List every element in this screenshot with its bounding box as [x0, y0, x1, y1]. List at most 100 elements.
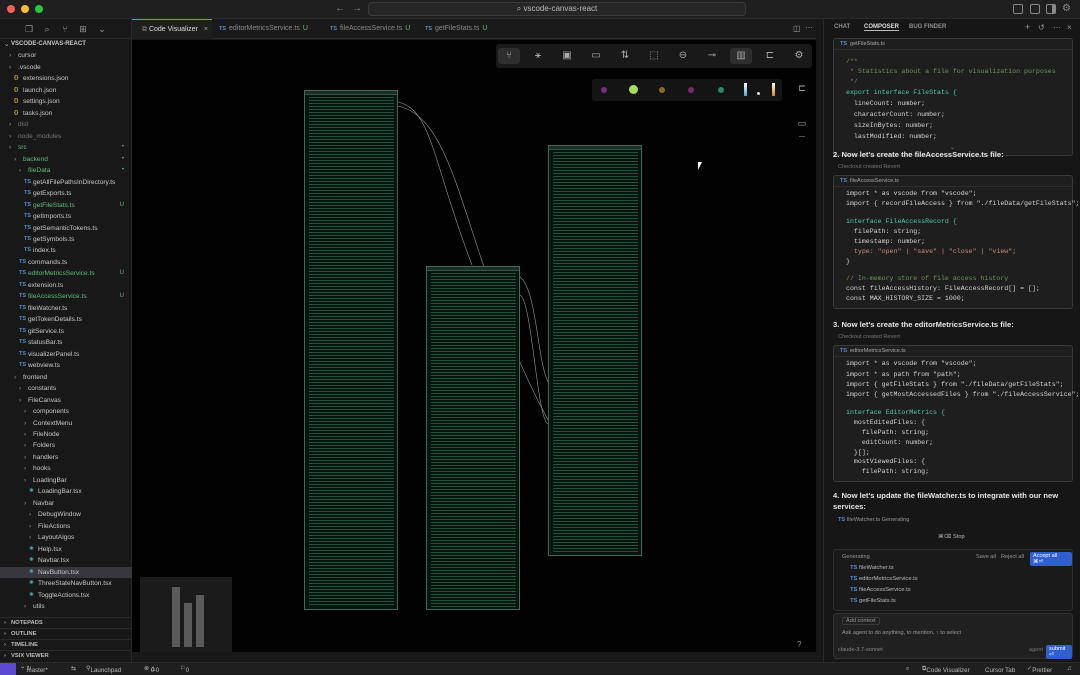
more-actions-icon[interactable]: ⋯ — [805, 23, 813, 32]
agent-mode-label[interactable]: agent — [1029, 647, 1043, 653]
tab-get-file-stats[interactable]: TS getFileStats.ts U — [425, 19, 487, 39]
tree-file[interactable]: {} launch.json — [0, 85, 132, 96]
tree-folder[interactable]: › src • — [0, 142, 132, 153]
generating-file-row[interactable]: TS fileAccessService.ts — [850, 587, 911, 593]
help-icon[interactable]: ? — [797, 640, 801, 649]
tree-folder[interactable]: › LoadingBar — [0, 475, 132, 486]
tree-file[interactable]: {} settings.json — [0, 96, 132, 107]
tab-code-visualizer[interactable]: ⧉ Code Visualizer × — [132, 19, 212, 39]
tree-file[interactable]: TS fileAccessService.ts U — [0, 291, 132, 302]
tree-folder[interactable]: › components — [0, 406, 132, 417]
tree-file[interactable]: TS getTokenDetails.ts — [0, 314, 132, 325]
tree-folder[interactable]: › FileNode — [0, 429, 132, 440]
zoom-icon[interactable]: ⌕ — [906, 665, 909, 673]
tree-file[interactable]: ⚛ Help.tsx — [0, 544, 132, 555]
stop-button[interactable]: ⌘⌫ Stop — [938, 534, 965, 540]
accept-all-button[interactable]: Accept all ⌘⏎ — [1030, 552, 1072, 566]
add-context-button[interactable]: Add context — [842, 617, 880, 625]
command-center-search[interactable]: ⌕ vscode-canvas-react — [368, 2, 746, 16]
tab-composer[interactable]: COMPOSER — [864, 24, 900, 31]
ports-indicator[interactable]: ⚐ 0 — [180, 665, 189, 674]
file-node[interactable] — [304, 90, 398, 610]
search-icon[interactable]: ⌕ — [42, 24, 52, 34]
tree-file[interactable]: TS editorMetricsService.ts U — [0, 268, 132, 279]
settings-gear-icon[interactable]: ⚙ — [1062, 3, 1071, 14]
toggle-panel-icon[interactable] — [1030, 4, 1040, 14]
sync-icon[interactable]: ⇆ — [71, 665, 76, 672]
tree-folder[interactable]: › cursor — [0, 50, 132, 61]
tree-folder[interactable]: › utils — [0, 601, 132, 612]
tab-editor-metrics-service[interactable]: TS editorMetricsService.ts U — [219, 19, 308, 39]
more-actions-icon[interactable]: ⋯ — [1053, 23, 1061, 32]
section-notepads[interactable]: › NOTEPADS — [0, 617, 132, 628]
toggle-secondary-sidebar-icon[interactable] — [1046, 4, 1056, 14]
back-arrow-icon[interactable]: ← — [335, 3, 345, 14]
tree-folder[interactable]: › .vscode — [0, 62, 132, 73]
section-outline[interactable]: › OUTLINE — [0, 628, 132, 639]
tree-file[interactable]: TS commands.ts — [0, 257, 132, 268]
close-window-button[interactable] — [7, 5, 15, 13]
notifications-bell-icon[interactable]: ♫ — [1067, 665, 1072, 672]
tree-folder[interactable]: › ContextMenu — [0, 418, 132, 429]
tree-folder[interactable]: › handlers — [0, 452, 132, 463]
launchpad-button[interactable]: ⚲ Launchpad — [86, 665, 121, 674]
remote-indicator[interactable] — [0, 663, 16, 675]
tab-close-icon[interactable]: × — [204, 26, 208, 33]
section-vsix-viewer[interactable]: › VSIX VIEWER — [0, 650, 132, 661]
tree-file[interactable]: TS getExports.ts — [0, 188, 132, 199]
tree-file[interactable]: TS visualizerPanel.ts — [0, 349, 132, 360]
tree-file[interactable]: ⚛ LoadingBar.tsx — [0, 486, 132, 497]
generating-file-row[interactable]: TS fileWatcher.ts — [850, 565, 894, 571]
save-all-button[interactable]: Save all — [976, 554, 996, 560]
tree-folder[interactable]: › node_modules — [0, 131, 132, 142]
close-panel-icon[interactable]: × — [1067, 23, 1072, 32]
branch-icon[interactable]: ⑂ master* ↻ — [21, 665, 48, 674]
tree-folder[interactable]: › dist — [0, 119, 132, 130]
forward-arrow-icon[interactable]: → — [352, 3, 362, 14]
model-selector[interactable]: claude-3.7-sonnet — [838, 647, 883, 653]
submit-button[interactable]: submit ⏎ — [1046, 645, 1072, 659]
tree-file[interactable]: TS fileWatcher.ts — [0, 303, 132, 314]
tree-folder[interactable]: › Navbar — [0, 498, 132, 509]
tree-folder[interactable]: › frontend — [0, 372, 132, 383]
status-item[interactable]: ✓ Prettier — [1027, 665, 1052, 674]
file-node[interactable] — [548, 145, 642, 556]
tree-folder[interactable]: › LayoutAlgos — [0, 532, 132, 543]
tree-file[interactable]: TS statusBar.ts — [0, 337, 132, 348]
toggle-sidebar-icon[interactable] — [1013, 4, 1023, 14]
tree-file[interactable]: ⚛ NavButton.tsx — [0, 566, 132, 578]
tree-file[interactable]: ⚛ ThreeStateNavButton.tsx — [0, 578, 132, 589]
tab-file-access-service[interactable]: TS fileAccessService.ts U — [330, 19, 410, 39]
status-item[interactable]: ⧉ Code Visualizer — [922, 665, 970, 674]
tree-file[interactable]: TS gitService.ts — [0, 326, 132, 337]
reject-all-button[interactable]: Reject all — [1001, 554, 1024, 560]
history-icon[interactable]: ↺ — [1038, 23, 1045, 32]
tree-file[interactable]: {} extensions.json — [0, 73, 132, 84]
more-chevron-down-icon[interactable]: ⌄ — [97, 24, 107, 34]
tree-root[interactable]: ⌄ VSCODE-CANVAS-REACT — [0, 39, 132, 50]
split-editor-icon[interactable]: ◫ — [793, 24, 801, 33]
tree-file[interactable]: ⚛ ToggleActions.tsx — [0, 590, 132, 601]
tree-file[interactable]: TS getFileStats.ts U — [0, 200, 132, 211]
tree-file[interactable]: TS extension.ts — [0, 280, 132, 291]
tree-folder[interactable]: › FileCanvas — [0, 395, 132, 406]
minimap[interactable] — [140, 577, 232, 652]
tree-folder[interactable]: › fileData • — [0, 165, 132, 176]
tree-file[interactable]: TS getSemanticTokens.ts — [0, 223, 132, 234]
minimize-window-button[interactable] — [21, 5, 29, 13]
file-node[interactable] — [426, 266, 520, 610]
composer-input[interactable]: Ask agent to do anything, to mention, ↑ … — [842, 630, 961, 636]
source-control-icon[interactable]: ⑂ — [60, 24, 70, 34]
tree-file[interactable]: ⚛ Navbar.tsx — [0, 555, 132, 566]
tree-folder[interactable]: › constants — [0, 383, 132, 394]
generating-file-row[interactable]: TS editorMetricsService.ts — [850, 576, 918, 582]
tree-file[interactable]: TS getSymbols.ts — [0, 234, 132, 245]
files-icon[interactable]: ❐ — [24, 24, 34, 34]
tree-folder[interactable]: › Folders — [0, 440, 132, 451]
tree-file[interactable]: TS webview.ts — [0, 360, 132, 371]
tree-folder[interactable]: › backend • — [0, 154, 132, 165]
tree-folder[interactable]: › hooks — [0, 463, 132, 474]
tree-file[interactable]: TS index.ts — [0, 245, 132, 256]
tab-bug-finder[interactable]: BUG FINDER — [909, 24, 946, 30]
code-visualizer-canvas[interactable]: ⑂ ⚹ ▣ ▭ ⇅ ⬚ ⊖ ⊸ ▥ ⊏ ⚙ ⊏ ▭ — ? — [132, 40, 816, 652]
